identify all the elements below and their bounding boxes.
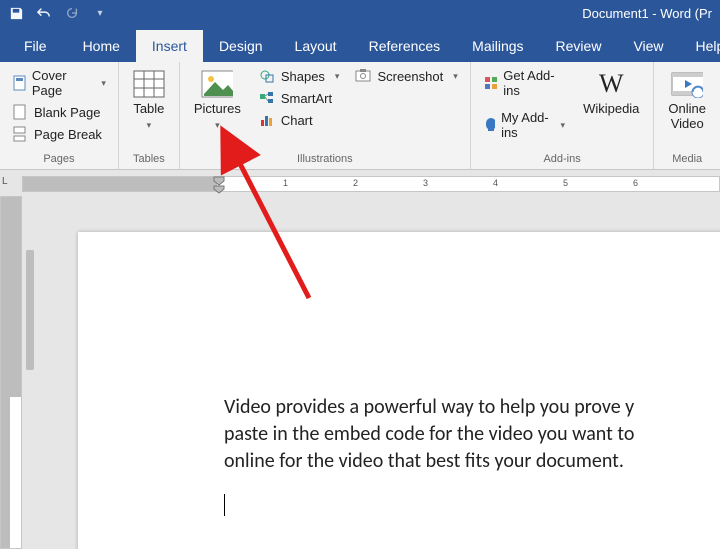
page-break-label: Page Break <box>34 127 102 142</box>
horizontal-ruler[interactable]: 2 1 1 2 3 4 5 6 <box>22 176 720 192</box>
window-title: Document1 - Word (Pr <box>582 6 714 21</box>
doc-line-2: paste in the embed code for the video yo… <box>224 421 720 448</box>
group-media-label: Media <box>662 151 712 167</box>
my-addins-button[interactable]: My Add-ins <box>479 108 569 142</box>
ribbon: Cover Page Blank Page Page Break Pages <box>0 62 720 170</box>
document-page[interactable]: Video provides a powerful way to help yo… <box>78 232 720 549</box>
group-tables-label: Tables <box>127 151 171 167</box>
tab-file[interactable]: File <box>4 30 67 62</box>
tab-design[interactable]: Design <box>203 30 279 62</box>
shapes-label: Shapes <box>281 69 325 84</box>
group-pages: Cover Page Blank Page Page Break Pages <box>0 62 119 169</box>
wikipedia-button[interactable]: W Wikipedia <box>577 66 645 119</box>
titlebar: ▾ Document1 - Word (Pr <box>0 0 720 26</box>
redo-icon[interactable] <box>62 3 82 23</box>
tab-help[interactable]: Help <box>680 30 720 62</box>
quick-access-toolbar: ▾ <box>6 3 110 23</box>
qat-customize-icon[interactable]: ▾ <box>90 3 110 23</box>
pictures-icon <box>201 68 233 100</box>
group-addins: Get Add-ins My Add-ins W Wikipedia Add-i… <box>471 62 655 169</box>
blank-page-button[interactable]: Blank Page <box>8 102 110 122</box>
group-addins-label: Add-ins <box>479 151 646 167</box>
document-area: 2 1 Video provides a powerful way to hel… <box>0 196 720 549</box>
tab-layout[interactable]: Layout <box>279 30 353 62</box>
table-label: Table <box>133 101 164 116</box>
tab-insert[interactable]: Insert <box>136 30 203 62</box>
ruler-corner-label: L <box>2 176 8 187</box>
tab-view[interactable]: View <box>617 30 679 62</box>
pictures-label: Pictures <box>194 101 241 116</box>
save-icon[interactable] <box>6 3 26 23</box>
tab-mailings[interactable]: Mailings <box>456 30 539 62</box>
page-break-button[interactable]: Page Break <box>8 124 110 144</box>
chart-button[interactable]: Chart <box>255 110 344 130</box>
horizontal-ruler-area: L 2 1 1 2 3 4 5 6 <box>0 170 720 196</box>
cover-page-label: Cover Page <box>32 68 91 98</box>
group-illustrations: Pictures▾ Shapes SmartArt Chart <box>180 62 471 169</box>
ribbon-tabs: File Home Insert Design Layout Reference… <box>0 26 720 62</box>
online-video-label: Online Video <box>668 102 706 132</box>
table-icon <box>133 68 165 100</box>
doc-line-1: Video provides a powerful way to help yo… <box>224 394 720 421</box>
online-video-icon <box>671 68 703 100</box>
doc-line-3: online for the video that best fits your… <box>224 448 720 475</box>
group-tables: Table▾ Tables <box>119 62 180 169</box>
group-illustrations-label: Illustrations <box>188 151 462 167</box>
get-addins-label: Get Add-ins <box>503 68 565 98</box>
shapes-button[interactable]: Shapes <box>255 66 344 86</box>
smartart-label: SmartArt <box>281 91 332 106</box>
undo-icon[interactable] <box>34 3 54 23</box>
cover-page-button[interactable]: Cover Page <box>8 66 110 100</box>
vertical-scrollbar[interactable] <box>22 196 30 549</box>
online-video-button[interactable]: Online Video <box>662 66 712 134</box>
text-cursor <box>224 494 225 516</box>
group-media: Online Video Media <box>654 62 720 169</box>
screenshot-button[interactable]: Screenshot <box>351 66 461 86</box>
blank-page-label: Blank Page <box>34 105 101 120</box>
document-text: Video provides a powerful way to help yo… <box>224 394 720 518</box>
pictures-button[interactable]: Pictures▾ <box>188 66 247 134</box>
tab-review[interactable]: Review <box>540 30 618 62</box>
tab-references[interactable]: References <box>353 30 457 62</box>
vertical-ruler[interactable]: 2 1 <box>0 196 22 549</box>
wikipedia-icon: W <box>595 68 627 100</box>
chart-label: Chart <box>281 113 313 128</box>
table-button[interactable]: Table▾ <box>127 66 171 134</box>
screenshot-label: Screenshot <box>377 69 443 84</box>
get-addins-button[interactable]: Get Add-ins <box>479 66 569 100</box>
group-pages-label: Pages <box>8 151 110 167</box>
tab-home[interactable]: Home <box>67 30 136 62</box>
my-addins-label: My Add-ins <box>501 110 550 140</box>
wikipedia-label: Wikipedia <box>583 102 639 117</box>
smartart-button[interactable]: SmartArt <box>255 88 344 108</box>
